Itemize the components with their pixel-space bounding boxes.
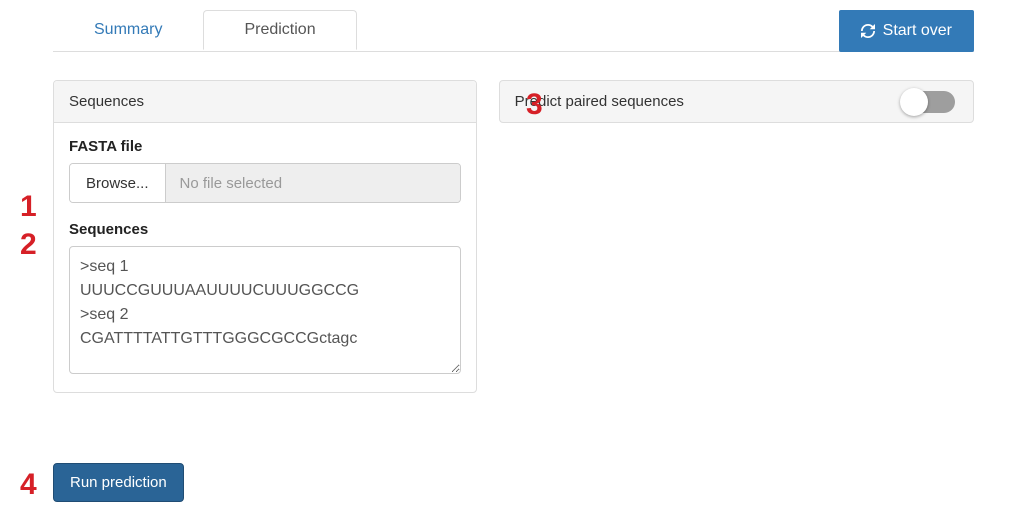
sequences-panel: Sequences FASTA file Browse... No file s…: [53, 80, 477, 393]
tab-prediction[interactable]: Prediction: [203, 10, 356, 50]
toggle-knob: [900, 88, 928, 116]
nav-tabs: Summary Prediction: [53, 10, 839, 51]
annotation-1: 1: [20, 190, 37, 224]
tab-prediction-li: Prediction: [203, 10, 356, 52]
sequences-panel-heading: Sequences: [54, 81, 476, 123]
start-over-button[interactable]: Start over: [839, 10, 974, 52]
tab-summary-li: Summary: [53, 10, 203, 52]
sequences-group: Sequences: [69, 221, 461, 377]
paired-panel: Predict paired sequences: [499, 80, 974, 123]
start-over-label: Start over: [883, 22, 952, 40]
paired-toggle-label: Predict paired sequences: [500, 81, 885, 122]
annotation-2: 2: [20, 228, 37, 262]
annotation-4: 4: [20, 468, 37, 502]
browse-button[interactable]: Browse...: [70, 164, 166, 202]
file-status-label: No file selected: [166, 164, 460, 202]
annotation-3: 3: [526, 88, 543, 122]
sequences-label: Sequences: [69, 221, 461, 238]
tab-summary[interactable]: Summary: [53, 10, 203, 50]
content-row: Sequences FASTA file Browse... No file s…: [53, 80, 974, 393]
fasta-file-group: FASTA file Browse... No file selected: [69, 138, 461, 203]
top-row: Summary Prediction Start over: [53, 10, 974, 52]
paired-toggle[interactable]: [903, 91, 955, 113]
refresh-icon: [861, 24, 875, 38]
file-picker[interactable]: Browse... No file selected: [69, 163, 461, 203]
sequences-textarea[interactable]: [69, 246, 461, 374]
fasta-file-label: FASTA file: [69, 138, 461, 155]
run-prediction-button[interactable]: Run prediction: [53, 463, 184, 502]
sequences-panel-body: FASTA file Browse... No file selected Se…: [54, 123, 476, 392]
